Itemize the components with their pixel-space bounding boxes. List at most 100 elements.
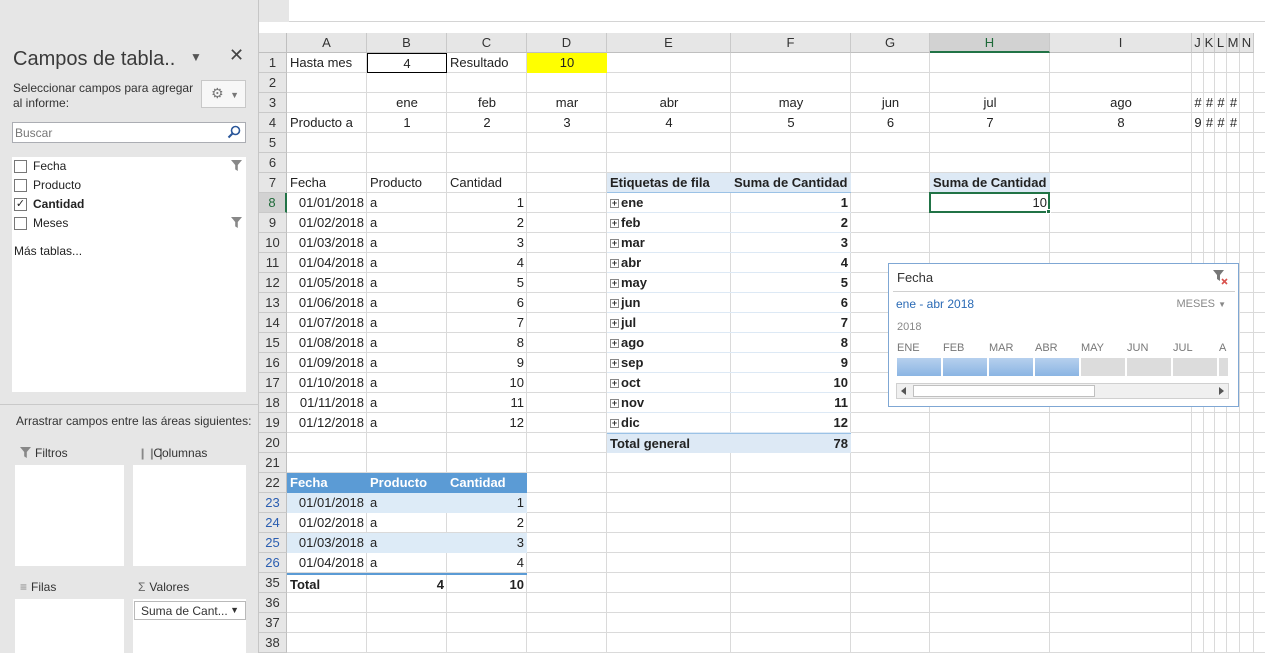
expand-icon[interactable]: + [610,419,619,428]
pivot-row-label[interactable]: + ene [607,193,731,213]
pivot-row-labels-header[interactable]: Etiquetas de fila [607,173,731,193]
expand-icon[interactable]: + [610,199,619,208]
timeline-slicer-fecha[interactable]: Fecha ene - abr 2018 MESES ▼ 2018 ENE FEB… [888,263,1239,407]
pivot-row-value[interactable]: 6 [731,293,851,313]
pivot-row-label[interactable]: + jun [607,293,731,313]
pivot-sum-header[interactable]: Suma de Cantidad [731,173,851,193]
month-header-cell[interactable]: feb [447,93,527,113]
row-header[interactable]: 8 [259,193,287,213]
source-header-cell[interactable]: Cantidad [447,173,527,193]
row-header[interactable]: 9 [259,213,287,233]
row-header[interactable]: 5 [259,133,287,153]
expand-icon[interactable]: + [610,319,619,328]
date-cell[interactable]: 01/10/2018 [287,373,367,393]
table-date-cell[interactable]: 01/03/2018 [287,533,367,553]
month-header-cell[interactable]: mar [527,93,607,113]
pivot-total-label[interactable]: Total general [607,433,731,453]
column-header[interactable]: H [930,33,1050,53]
pivot-row-label[interactable]: + may [607,273,731,293]
pivot-row-label[interactable]: + feb [607,213,731,233]
quantity-cell[interactable]: 9 [447,353,527,373]
row-header[interactable]: 14 [259,313,287,333]
row-header[interactable]: 1 [259,53,287,73]
column-header[interactable]: C [447,33,527,53]
pivot-row-label[interactable]: + nov [607,393,731,413]
cell-hasta-mes-label[interactable]: Hasta mes [287,53,367,73]
pivot-row-value[interactable]: 2 [731,213,851,233]
month-number-cell[interactable]: 2 [447,113,527,133]
product-cell[interactable]: a [367,193,447,213]
expand-icon[interactable]: + [610,259,619,268]
date-cell[interactable]: 01/02/2018 [287,213,367,233]
table-total-sum[interactable]: 10 [447,573,527,593]
overflow-hash-cell[interactable]: # [1204,93,1215,113]
row-header[interactable]: 37 [259,613,287,633]
field-checkbox[interactable] [14,217,27,230]
row-header[interactable]: 15 [259,333,287,353]
tools-gear-button[interactable]: ⚙ ▼ [201,80,246,108]
product-cell[interactable]: a [367,413,447,433]
search-icon[interactable] [226,124,242,140]
field-item[interactable]: Meses [12,214,246,233]
source-header-cell[interactable]: Fecha [287,173,367,193]
overflow-hash-cell[interactable]: # [1227,113,1240,133]
row-header[interactable]: 23 [259,493,287,513]
field-item[interactable]: ✓ Cantidad [12,195,246,214]
values-item-sum-cantidad[interactable]: Suma de Cant... ▼ [134,601,246,620]
product-label-cell[interactable]: Producto a [287,113,367,133]
chevron-down-icon[interactable]: ▼ [230,605,239,615]
quantity-cell[interactable]: 2 [447,213,527,233]
pivot-row-value[interactable]: 1 [731,193,851,213]
row-header[interactable]: 11 [259,253,287,273]
scroll-right-icon[interactable] [1219,387,1224,395]
pane-splitter[interactable] [0,404,259,405]
overflow-hash-cell[interactable]: # [1215,93,1227,113]
timeline-level-dropdown[interactable]: MESES ▼ [1177,298,1227,310]
date-cell[interactable]: 01/06/2018 [287,293,367,313]
table-product-cell[interactable]: a [367,493,447,513]
field-item[interactable]: Fecha [12,157,246,176]
month-header-cell[interactable]: jul [930,93,1050,113]
column-header[interactable]: L [1215,33,1227,53]
row-header[interactable]: 7 [259,173,287,193]
filters-drop-area[interactable] [15,465,124,566]
row-header[interactable]: 17 [259,373,287,393]
product-cell[interactable]: a [367,213,447,233]
table-date-cell[interactable]: 01/01/2018 [287,493,367,513]
cell-hasta-mes-value[interactable]: 4 [367,53,447,73]
timeline-month-bar[interactable] [1081,358,1126,376]
close-icon[interactable]: ✕ [229,45,244,66]
table-quantity-cell[interactable]: 1 [447,493,527,513]
expand-icon[interactable]: + [610,239,619,248]
pivot-row-value[interactable]: 7 [731,313,851,333]
expand-icon[interactable]: + [610,279,619,288]
scroll-left-icon[interactable] [901,387,906,395]
pivot-row-value[interactable]: 11 [731,393,851,413]
column-header[interactable]: K [1204,33,1215,53]
column-header[interactable]: J [1192,33,1204,53]
expand-icon[interactable]: + [610,359,619,368]
row-header[interactable]: 12 [259,273,287,293]
product-cell[interactable]: a [367,273,447,293]
product-cell[interactable]: a [367,373,447,393]
expand-icon[interactable]: + [610,399,619,408]
quantity-cell[interactable]: 6 [447,293,527,313]
row-header[interactable]: 6 [259,153,287,173]
table-quantity-cell[interactable]: 3 [447,533,527,553]
field-checkbox[interactable] [14,160,27,173]
table-header-cell[interactable]: Producto [367,473,447,493]
scroll-thumb[interactable] [913,385,1095,397]
pivot-row-label[interactable]: + oct [607,373,731,393]
overflow-hash-cell[interactable]: # [1215,113,1227,133]
table-total-label[interactable]: Total [287,573,367,593]
timeline-month-bar[interactable] [1173,358,1218,376]
timeline-month-bar[interactable] [1127,358,1172,376]
month-number-cell[interactable]: 1 [367,113,447,133]
table-quantity-cell[interactable]: 2 [447,513,527,533]
column-header[interactable]: A [287,33,367,53]
row-header[interactable]: 38 [259,633,287,653]
column-header[interactable]: F [731,33,851,53]
timeline-month-bar[interactable] [943,358,988,376]
table-quantity-cell[interactable]: 4 [447,553,527,573]
date-cell[interactable]: 01/04/2018 [287,253,367,273]
